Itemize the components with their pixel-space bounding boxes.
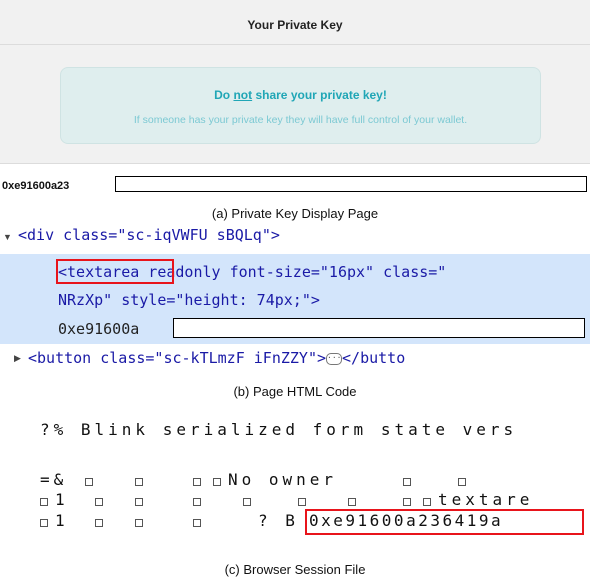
button-close-tag: </butto xyxy=(342,349,406,367)
private-key-page: Your Private Key Do not share your priva… xyxy=(0,0,590,199)
key-highlight-box xyxy=(305,509,584,535)
private-key-text: 0xe91600a23 xyxy=(2,180,70,192)
warning-heading: Do not share your private key! xyxy=(61,88,540,102)
code-line-button: <button class="sc-kTLmzF iFnZZY">···</bu… xyxy=(28,349,405,367)
code-line-key: 0xe91600a xyxy=(58,320,140,338)
null-char-glyph xyxy=(193,519,201,527)
code-line-div: <div class="sc-iqVWFU sBQLq"> xyxy=(18,226,280,244)
null-char-glyph xyxy=(243,498,251,506)
expand-triangle-icon[interactable]: ▼ xyxy=(3,232,12,242)
session-line-2-start: =& xyxy=(40,470,68,489)
null-char-glyph xyxy=(348,498,356,506)
null-char-glyph xyxy=(40,519,48,527)
session-line-4-mid: ? B xyxy=(258,511,299,530)
button-tag: <button class="sc-kTLmzF iFnZZY"> xyxy=(28,349,327,367)
null-char-glyph xyxy=(298,498,306,506)
textarea-highlight-box xyxy=(56,259,174,284)
null-char-glyph xyxy=(135,498,143,506)
null-char-glyph xyxy=(458,478,466,486)
collapse-triangle-icon[interactable]: ▶ xyxy=(14,353,21,364)
caption-a: (a) Private Key Display Page xyxy=(211,206,379,221)
session-line-3-end: textare xyxy=(438,490,534,509)
textarea-attrs: readonly font-size="16px" class=" xyxy=(139,263,447,281)
null-char-glyph xyxy=(40,498,48,506)
redaction-box xyxy=(173,318,585,338)
redaction-box xyxy=(115,176,587,192)
null-char-glyph xyxy=(95,498,103,506)
null-char-glyph xyxy=(213,478,221,486)
session-line-4-num: 1 xyxy=(55,511,69,530)
caption-b: (b) Page HTML Code xyxy=(233,384,357,399)
session-line-1: ?% Blink serialized form state vers xyxy=(40,420,518,439)
null-char-glyph xyxy=(95,519,103,527)
warning-prefix: Do xyxy=(214,88,234,102)
null-char-glyph xyxy=(135,478,143,486)
session-line-2-owner: No owner xyxy=(228,470,338,489)
warning-box: Do not share your private key! If someon… xyxy=(60,67,541,144)
null-char-glyph xyxy=(423,498,431,506)
null-char-glyph xyxy=(403,498,411,506)
divider xyxy=(0,44,590,45)
caption-c: (c) Browser Session File xyxy=(224,562,366,577)
page-title: Your Private Key xyxy=(247,18,343,32)
warning-emphasis: not xyxy=(233,88,253,102)
null-char-glyph xyxy=(135,519,143,527)
warning-body: If someone has your private key they wil… xyxy=(133,114,468,126)
session-line-3-num: 1 xyxy=(55,490,69,509)
code-line-style: NRzXp" style="height: 74px;"> xyxy=(58,291,320,309)
null-char-glyph xyxy=(193,478,201,486)
null-char-glyph xyxy=(193,498,201,506)
ellipsis-icon[interactable]: ··· xyxy=(326,352,343,365)
warning-suffix: share your private key! xyxy=(252,88,387,102)
null-char-glyph xyxy=(403,478,411,486)
null-char-glyph xyxy=(85,478,93,486)
